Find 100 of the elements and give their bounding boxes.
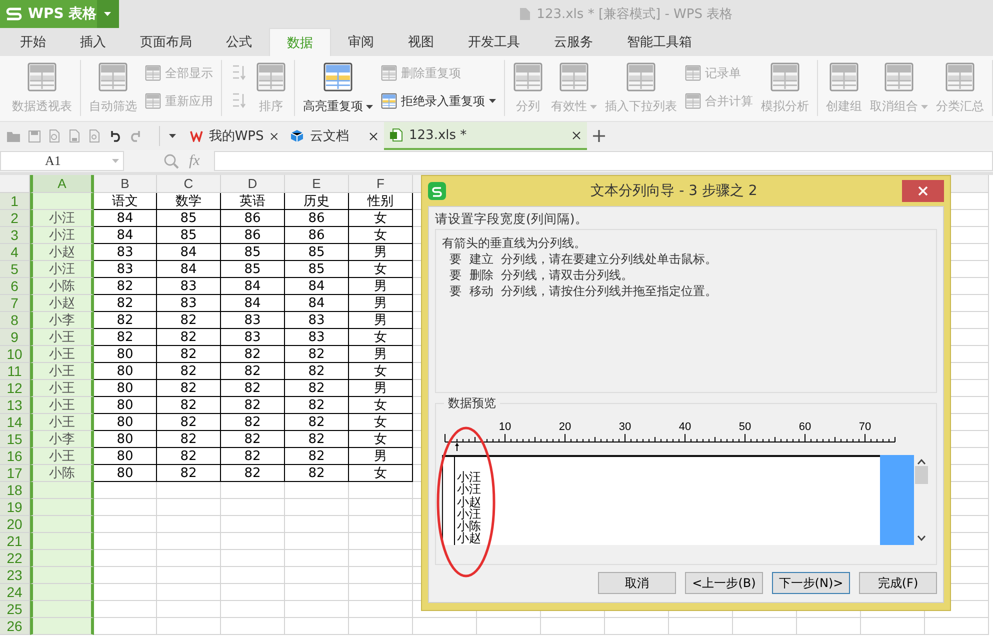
document-icon[interactable] — [48, 129, 61, 143]
row-header[interactable]: 12 — [0, 380, 30, 397]
menu-tab[interactable]: 智能工具箱 — [610, 28, 709, 56]
row-header[interactable]: 13 — [0, 397, 30, 414]
table-cell: 80 — [94, 465, 157, 482]
menu-tab[interactable]: 插入 — [63, 28, 123, 56]
select-all-corner[interactable] — [0, 175, 30, 193]
row-header[interactable]: 14 — [0, 414, 30, 431]
row-header[interactable]: 3 — [0, 227, 30, 244]
table-cell: 女 — [349, 210, 413, 227]
row-header[interactable]: 2 — [0, 210, 30, 227]
table-cell — [94, 516, 157, 533]
table-cell: 女 — [349, 414, 413, 431]
table-cell — [157, 567, 221, 584]
column-header[interactable]: B — [94, 175, 157, 193]
table-cell: 84 — [157, 244, 221, 261]
ruler-drawing[interactable] — [444, 434, 896, 442]
table-cell: 84 — [94, 227, 157, 244]
caret-icon — [104, 12, 112, 16]
close-button[interactable] — [902, 180, 944, 202]
menu-tab[interactable]: 公式 — [209, 28, 269, 56]
row-header[interactable]: 19 — [0, 499, 30, 516]
row-header[interactable]: 17 — [0, 465, 30, 482]
function-button[interactable]: fx — [189, 152, 200, 170]
row-header[interactable]: 26 — [0, 618, 30, 635]
row-header[interactable]: 6 — [0, 278, 30, 295]
preview-area[interactable]: 小汪 小汪 小赵 小汪 小陈 小赵 — [442, 455, 880, 545]
row-header[interactable]: 8 — [0, 312, 30, 329]
table-cell: 83 — [221, 329, 285, 346]
table-cell: 82 — [157, 380, 221, 397]
close-icon[interactable] — [572, 130, 581, 140]
column-header[interactable]: F — [349, 175, 413, 193]
menu-tab[interactable]: 数据 — [269, 28, 331, 56]
row-header[interactable]: 21 — [0, 533, 30, 550]
dialog-button[interactable]: 取消 — [598, 572, 676, 594]
formula-field[interactable] — [214, 151, 993, 171]
ribbon-button[interactable]: 拒绝录入重复项 — [378, 90, 499, 112]
dialog-button[interactable]: 下一步(N)> — [772, 572, 850, 594]
row-header[interactable]: 18 — [0, 482, 30, 499]
name-box[interactable]: A1 — [0, 151, 124, 171]
magnifier-icon[interactable] — [164, 154, 179, 168]
app-menu-button[interactable]: WPS 表格 — [0, 0, 97, 28]
dialog-button[interactable]: 完成(F) — [859, 572, 937, 594]
menu-tab[interactable]: 开始 — [3, 28, 63, 56]
row-header[interactable]: 24 — [0, 584, 30, 601]
menu-tab[interactable]: 视图 — [391, 28, 451, 56]
row-header[interactable]: 1 — [0, 193, 30, 210]
row-header[interactable]: 9 — [0, 329, 30, 346]
row-header[interactable]: 25 — [0, 601, 30, 618]
row-header[interactable]: 4 — [0, 244, 30, 261]
dialog-button[interactable]: <上一步(B) — [685, 572, 763, 594]
table-cell: 82 — [157, 448, 221, 465]
row-header[interactable]: 22 — [0, 550, 30, 567]
table-cell: 小赵 — [30, 244, 94, 261]
document-tab[interactable]: 我的WPS — [184, 122, 284, 150]
folder-icon[interactable] — [6, 130, 21, 142]
table-cell — [221, 550, 285, 567]
row-header[interactable]: 7 — [0, 295, 30, 312]
menu-tab[interactable]: 开发工具 — [451, 28, 537, 56]
plus-icon[interactable] — [593, 130, 605, 142]
break-arrow-icon[interactable] — [455, 442, 459, 452]
preview-icon[interactable] — [88, 129, 101, 143]
app-menu-dropdown[interactable] — [96, 0, 119, 28]
row-header[interactable]: 5 — [0, 261, 30, 278]
redo-icon[interactable] — [129, 130, 143, 142]
dialog-prompt: 请设置字段宽度(列间隔)。 — [435, 211, 589, 228]
menu-tab[interactable]: 审阅 — [331, 28, 391, 56]
table-cell — [285, 499, 349, 516]
undo-icon[interactable] — [108, 130, 122, 142]
chevron-up-icon[interactable] — [917, 459, 926, 465]
column-header[interactable]: D — [221, 175, 285, 193]
column-header[interactable]: C — [157, 175, 221, 193]
table-icon — [381, 93, 397, 109]
row-header[interactable]: 16 — [0, 448, 30, 465]
table-icon — [381, 65, 397, 81]
row-header[interactable]: 15 — [0, 431, 30, 448]
save-icon[interactable] — [28, 130, 41, 142]
row-header[interactable]: 20 — [0, 516, 30, 533]
document-tab[interactable]: 云文档 — [284, 122, 384, 150]
menu-tab[interactable]: 云服务 — [537, 28, 610, 56]
preview-line: 小陈 — [457, 520, 481, 532]
scrollbar-thumb[interactable] — [915, 466, 928, 484]
table-cell — [30, 550, 94, 567]
ribbon-button[interactable]: 高亮重复项 — [300, 60, 376, 117]
table-icon — [98, 62, 128, 92]
table-icon — [559, 62, 589, 92]
table-cell: 女 — [349, 261, 413, 278]
print-icon[interactable] — [68, 129, 81, 143]
row-header[interactable]: 23 — [0, 567, 30, 584]
menu-tab[interactable]: 页面布局 — [123, 28, 209, 56]
table-cell: 女 — [349, 227, 413, 244]
row-header[interactable]: 11 — [0, 363, 30, 380]
table-cell: 女 — [349, 329, 413, 346]
row-header[interactable]: 10 — [0, 346, 30, 363]
column-header[interactable]: E — [285, 175, 349, 193]
close-icon[interactable] — [270, 132, 278, 140]
column-header[interactable]: A — [30, 175, 94, 193]
chevron-down-icon[interactable] — [917, 535, 926, 541]
document-tab[interactable]: 123.xls * — [384, 122, 587, 150]
close-icon[interactable] — [369, 132, 378, 140]
